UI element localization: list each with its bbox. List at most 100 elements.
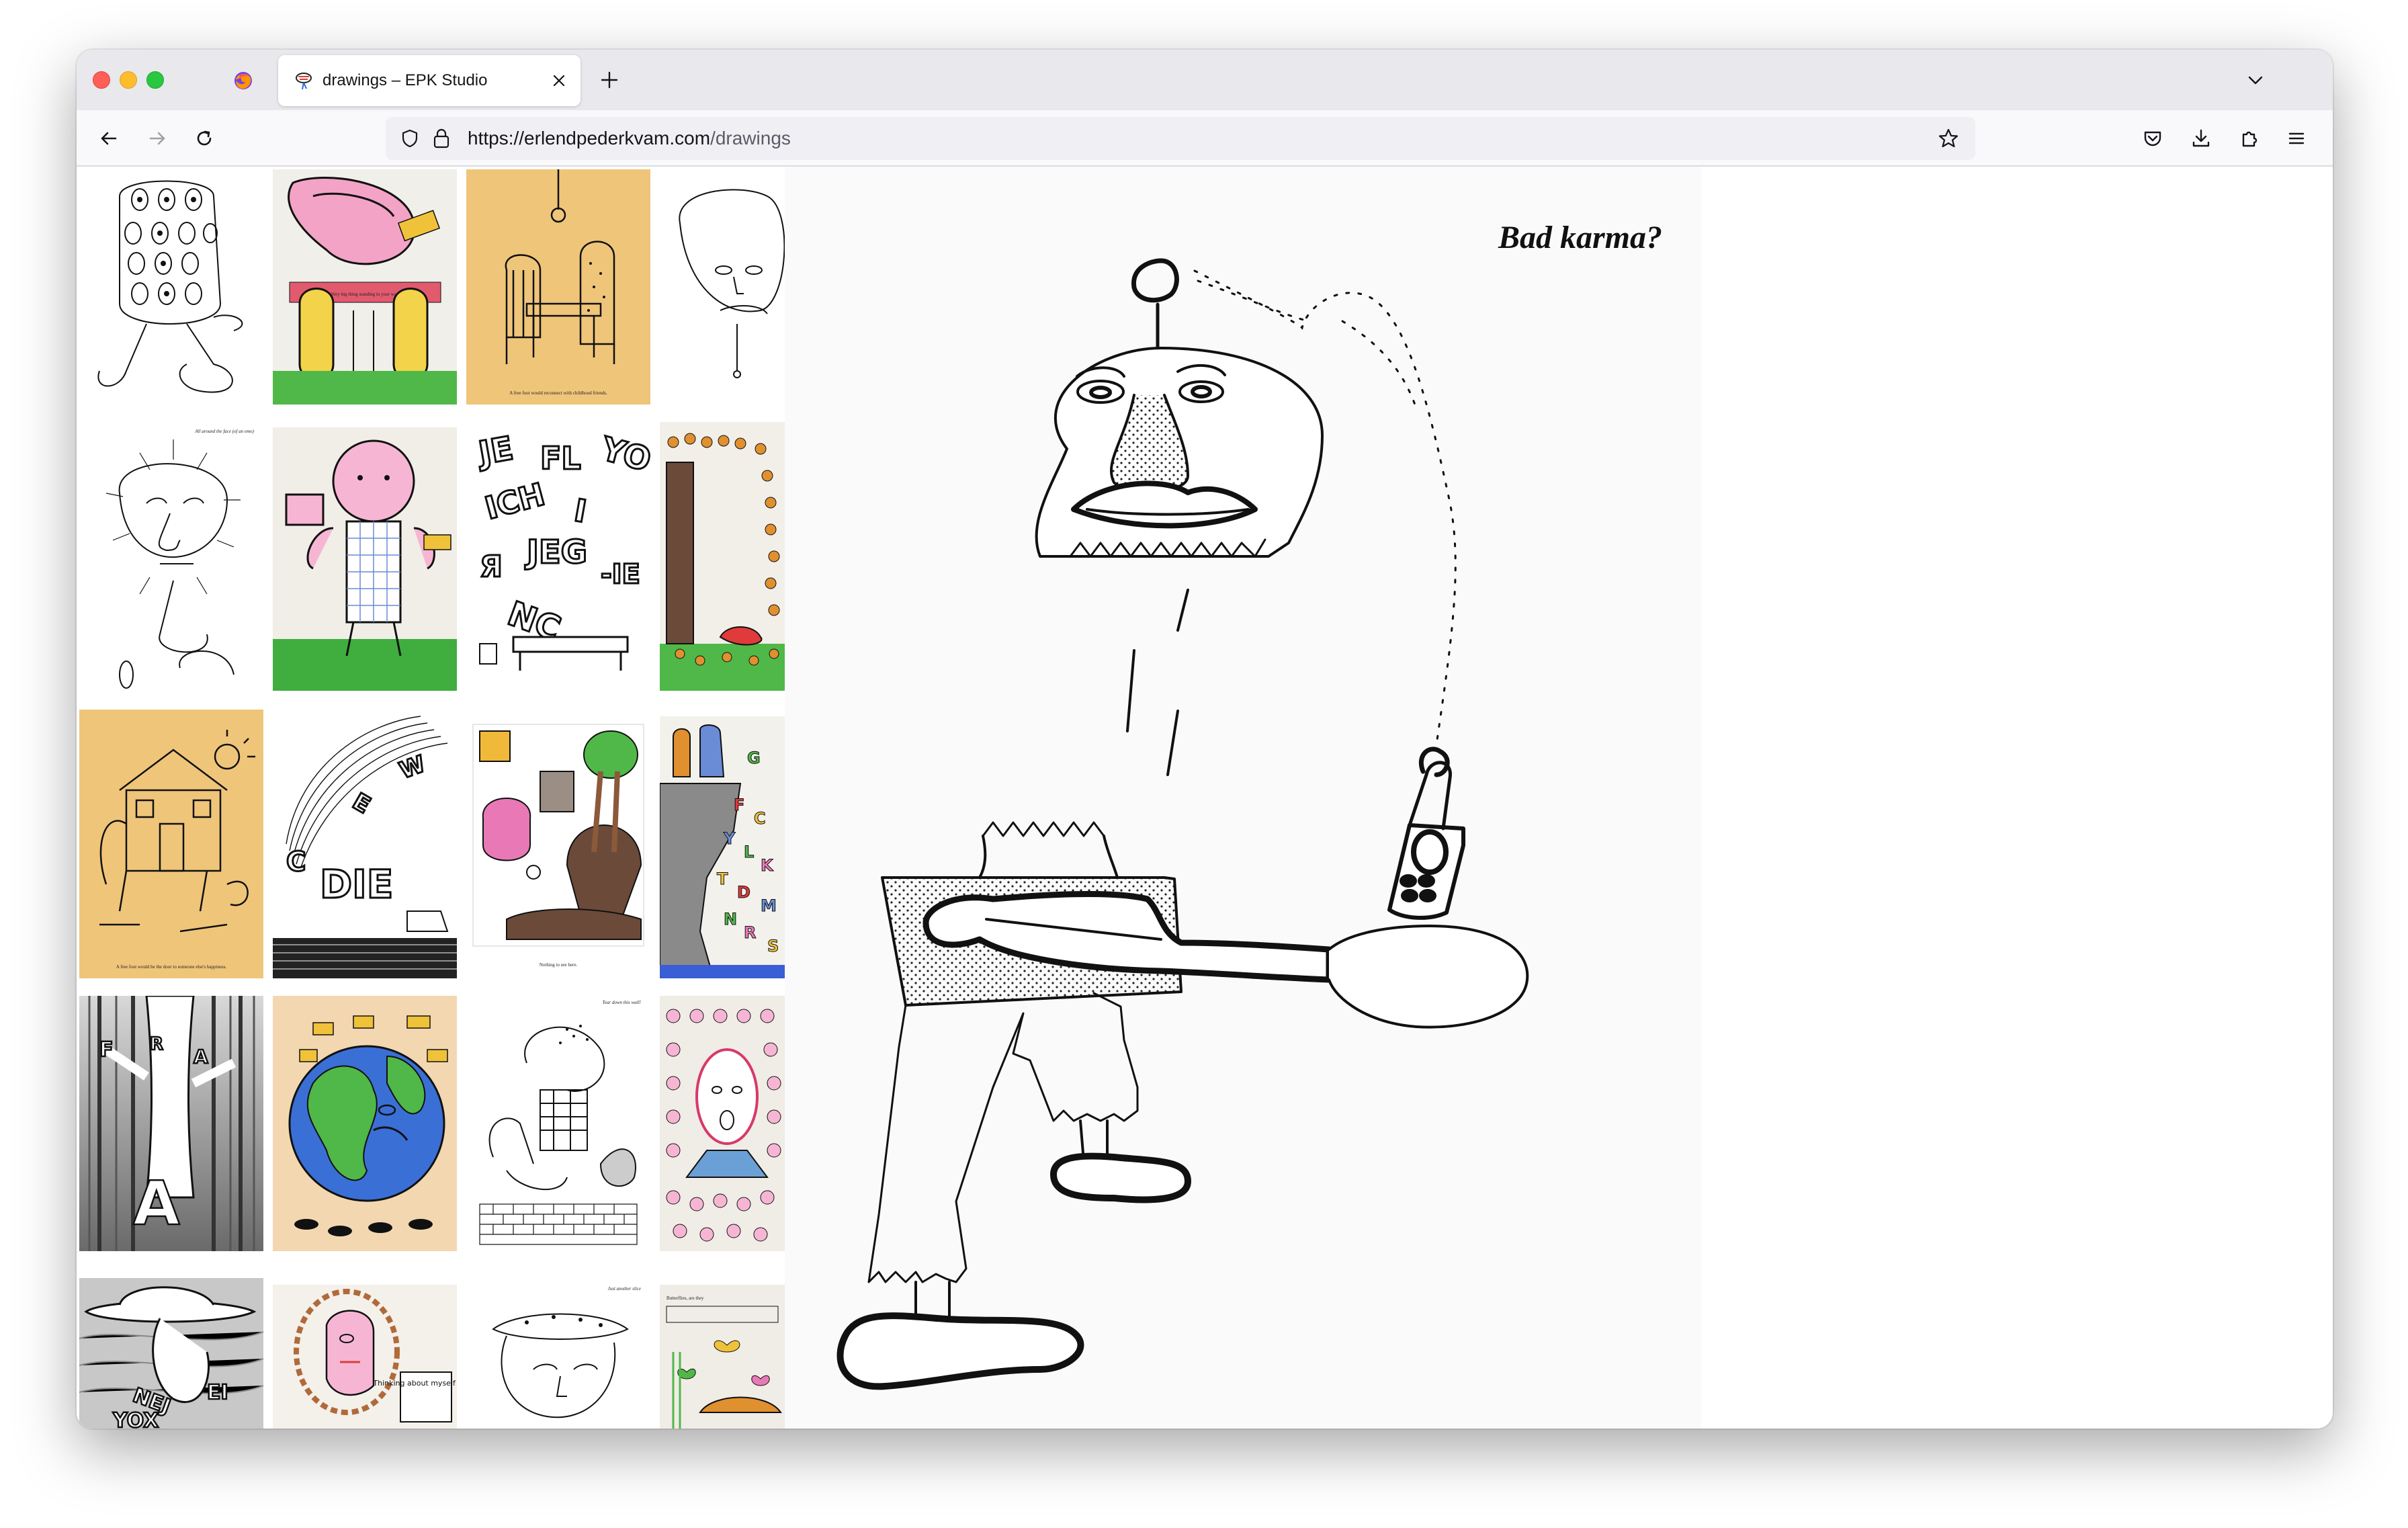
url-host: https://erlendpederkvam.com [468,128,711,148]
back-icon[interactable] [97,126,121,151]
close-tab-icon[interactable] [550,71,568,90]
drawing-image: C DIE E W [273,710,457,978]
drawing-caption: Nothing to see here. [540,962,578,968]
drawing-thumb-big-thing[interactable]: Very big thing standing in your way [273,169,457,405]
drawing-thumb-words[interactable]: JE FL YO ICH I JEG Я -IE NC [466,422,650,691]
drawing-image: Butterflies, are they [660,1285,785,1429]
drawing-thumb-butterflies[interactable]: Butterflies, are they [660,1285,785,1429]
url-text[interactable]: https://erlendpederkvam.com/drawings [468,128,791,149]
drawing-thumb-earth-face[interactable] [273,996,457,1251]
drawing-image: G F C Y L K T D M N R S [660,716,785,978]
svg-text:D: D [737,883,750,902]
drawing-image: Just another slice [466,1275,650,1429]
drawing-thumb-tear-down-wall[interactable]: Tear down this wall! [466,989,650,1251]
drawing-thumb-die-wave[interactable]: C DIE E W [273,710,457,978]
tab-bar: drawings – EPK Studio [77,50,2333,110]
drawing-image [273,996,457,1251]
svg-text:C: C [754,809,766,828]
svg-text:A: A [133,1169,180,1239]
svg-text:DIE: DIE [320,861,393,907]
drawing-image [79,169,263,405]
forward-icon[interactable] [145,126,169,151]
svg-text:YOX: YOX [112,1409,159,1429]
app-menu-hamburger-icon[interactable] [2284,126,2309,151]
extensions-puzzle-icon[interactable] [2237,126,2262,151]
featured-drawing[interactable]: Bad karma? [785,167,1701,1429]
window-maximize-button[interactable] [146,71,164,89]
drawing-image: A free foot would reconnect with childho… [466,169,650,405]
drawing-caption: A free foot would reconnect with childho… [509,390,607,396]
drawing-image: Nothing to see here. [466,718,650,978]
drawing-thumb-hat-man[interactable]: NEJ EI YOX [79,1278,263,1429]
drawing-image: NEJ EI YOX [79,1278,263,1429]
browser-window: drawings – EPK Studio https://erlendpede… [77,50,2333,1429]
svg-text:R: R [150,1034,163,1054]
drawing-image: Tear down this wall! [466,989,650,1251]
reload-icon[interactable] [192,126,216,151]
drawing-thumb-floating-face[interactable] [660,169,785,405]
tab-title: drawings – EPK Studio [322,71,488,89]
drawing-thumb-treehouse[interactable]: A free foot would be the door to someone… [79,710,263,978]
bookmark-star-icon[interactable] [1936,126,1961,151]
drawing-image [660,169,785,405]
svg-text:F: F [734,796,744,814]
drawing-image [273,427,457,691]
drawing-thumb-forest-tree[interactable]: F R A A [79,996,263,1251]
drawings-grid: Very big thing standing in your way A fr… [77,167,785,1429]
svg-text:S: S [767,937,779,956]
drawing-thumb-thinking-about-myself[interactable]: Thinking about myself in 1:1 [273,1285,457,1429]
page-content: Very big thing standing in your way A fr… [77,167,2333,1429]
drawing-thumb-cliff-flowers[interactable] [660,422,785,691]
tracking-protection-shield-icon[interactable] [399,128,421,149]
drawing-thumb-cliff-letters[interactable]: G F C Y L K T D M N R S [660,716,785,978]
svg-text:FL: FL [540,440,581,476]
drawing-image: All around the face (of an emo) [79,413,263,691]
drawing-image: F R A A [79,996,263,1251]
featured-drawing-caption: Bad karma? [1498,220,1662,255]
svg-text:-IE: -IE [601,559,640,590]
drawing-thumb-emo-face[interactable]: All around the face (of an emo) [79,413,263,691]
url-path: /drawings [710,128,791,148]
svg-text:N: N [724,910,737,929]
drawing-image: Very big thing standing in your way [273,169,457,405]
drawing-caption: A free foot would be the door to someone… [116,964,227,970]
site-favicon-icon [296,73,312,90]
svg-text:C: C [286,847,306,878]
drawing-caption: All around the face (of an emo) [194,429,254,434]
drawing-caption: Thinking about myself in 1:1 [372,1379,457,1388]
drawing-thumb-pink-figure[interactable] [273,427,457,691]
lock-icon[interactable] [431,127,452,150]
navigation-toolbar: https://erlendpederkvam.com/drawings [77,110,2333,167]
drawing-thumb-just-another-slice[interactable]: Just another slice [466,1275,650,1429]
window-close-button[interactable] [93,71,110,89]
svg-text:M: M [761,896,777,915]
drawing-thumb-childhood-friends[interactable]: A free foot would reconnect with childho… [466,169,650,405]
new-tab-icon[interactable] [598,69,621,91]
svg-text:A: A [194,1046,208,1068]
list-all-tabs-icon[interactable] [2245,70,2266,90]
svg-text:Y: Y [723,829,736,848]
svg-text:EI: EI [207,1381,228,1404]
active-tab[interactable]: drawings – EPK Studio [278,55,580,106]
drawing-image: Thinking about myself in 1:1 [273,1285,457,1429]
drawing-image [660,996,785,1251]
drawing-caption: Tear down this wall! [602,1000,641,1005]
drawing-thumb-eyes-head[interactable] [79,169,263,405]
pocket-icon[interactable] [2141,126,2165,151]
svg-text:T: T [717,869,728,888]
drawing-image [660,422,785,691]
drawing-image: A free foot would be the door to someone… [79,710,263,978]
svg-text:K: K [761,856,774,875]
svg-text:JEG: JEG [525,534,587,571]
svg-text:L: L [744,843,754,861]
svg-text:G: G [747,749,761,767]
drawing-image: JE FL YO ICH I JEG Я -IE NC [466,422,650,691]
drawing-thumb-nothing-to-see[interactable]: Nothing to see here. [466,718,650,978]
address-bar[interactable]: https://erlendpederkvam.com/drawings [386,117,1975,160]
downloads-icon[interactable] [2189,126,2213,151]
window-minimize-button[interactable] [120,71,137,89]
svg-text:F: F [99,1038,114,1062]
firefox-view-icon[interactable] [232,70,254,91]
bad-karma-drawing [785,167,1701,1429]
drawing-thumb-crowd-face[interactable] [660,996,785,1251]
